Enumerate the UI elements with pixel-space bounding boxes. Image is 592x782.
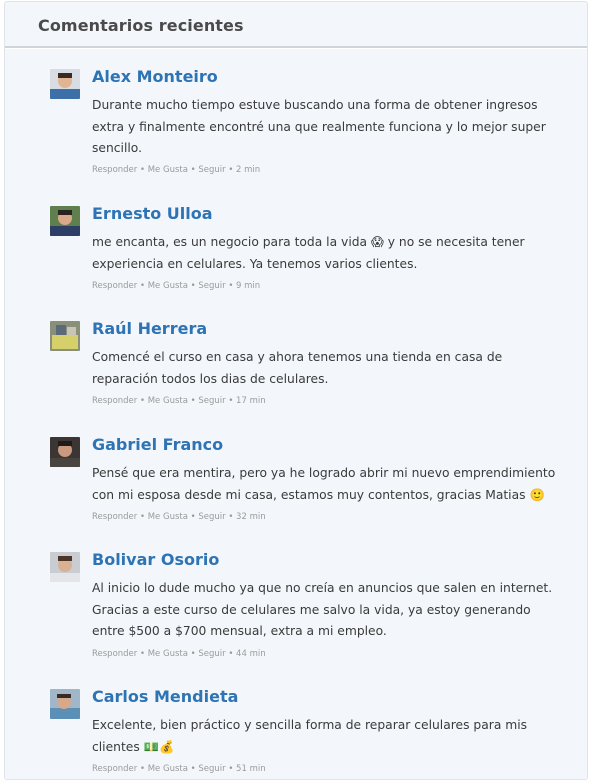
- avatar[interactable]: [50, 206, 80, 236]
- widget-title: Comentarios recientes: [38, 16, 244, 35]
- reply-link[interactable]: Responder: [92, 764, 137, 774]
- comment-author[interactable]: Raúl Herrera: [92, 319, 207, 338]
- like-link[interactable]: Me Gusta: [148, 165, 188, 175]
- comment-author[interactable]: Bolivar Osorio: [92, 550, 219, 569]
- separator: •: [225, 649, 237, 659]
- recent-comments-widget: Comentarios recientes Alex Monteiro Dura…: [4, 1, 588, 780]
- separator: •: [225, 396, 237, 406]
- reply-link[interactable]: Responder: [92, 165, 137, 175]
- comment-actions: Responder • Me Gusta • Seguir • 32 min: [92, 512, 266, 522]
- separator: •: [137, 512, 148, 522]
- reply-link[interactable]: Responder: [92, 512, 137, 522]
- avatar[interactable]: [50, 69, 80, 99]
- comment-author[interactable]: Ernesto Ulloa: [92, 204, 213, 223]
- like-link[interactable]: Me Gusta: [148, 281, 188, 291]
- avatar[interactable]: [50, 552, 80, 582]
- comment-text: me encanta, es un negocio para toda la v…: [92, 235, 525, 271]
- follow-link[interactable]: Seguir: [198, 649, 225, 659]
- comment-actions: Responder • Me Gusta • Seguir • 17 min: [92, 396, 266, 406]
- comment-time: 44 min: [236, 649, 266, 659]
- comment-author[interactable]: Alex Monteiro: [92, 67, 218, 86]
- like-link[interactable]: Me Gusta: [148, 764, 188, 774]
- comment-actions: Responder • Me Gusta • Seguir • 2 min: [92, 165, 260, 175]
- comment-author[interactable]: Carlos Mendieta: [92, 687, 238, 706]
- separator: •: [137, 281, 148, 291]
- separator: •: [187, 165, 199, 175]
- separator: •: [225, 764, 237, 774]
- comment-time: 9 min: [236, 281, 261, 291]
- reply-link[interactable]: Responder: [92, 396, 137, 406]
- separator: •: [137, 396, 148, 406]
- separator: •: [187, 396, 199, 406]
- comment-actions: Responder • Me Gusta • Seguir • 9 min: [92, 281, 260, 291]
- follow-link[interactable]: Seguir: [198, 165, 225, 175]
- like-link[interactable]: Me Gusta: [148, 396, 188, 406]
- comment-time: 32 min: [236, 512, 266, 522]
- follow-link[interactable]: Seguir: [198, 512, 225, 522]
- follow-link[interactable]: Seguir: [198, 281, 225, 291]
- separator: •: [225, 281, 237, 291]
- comment-text: Pensé que era mentira, pero ya he lograd…: [92, 466, 556, 502]
- separator: •: [137, 649, 148, 659]
- separator: •: [187, 649, 199, 659]
- separator: •: [225, 165, 237, 175]
- comment-actions: Responder • Me Gusta • Seguir • 51 min: [92, 764, 266, 774]
- comment-text: Comencé el curso en casa y ahora tenemos…: [92, 350, 503, 386]
- comment-actions: Responder • Me Gusta • Seguir • 44 min: [92, 649, 266, 659]
- comment-time: 51 min: [236, 764, 266, 774]
- separator: •: [187, 281, 199, 291]
- avatar[interactable]: [50, 437, 80, 467]
- follow-link[interactable]: Seguir: [198, 764, 225, 774]
- separator: •: [187, 512, 199, 522]
- avatar[interactable]: [50, 321, 80, 351]
- avatar[interactable]: [50, 689, 80, 719]
- comment-text: Durante mucho tiempo estuve buscando una…: [92, 98, 546, 155]
- follow-link[interactable]: Seguir: [198, 396, 225, 406]
- like-link[interactable]: Me Gusta: [148, 649, 188, 659]
- comment-time: 17 min: [236, 396, 266, 406]
- comment-author[interactable]: Gabriel Franco: [92, 435, 223, 454]
- separator: •: [137, 165, 148, 175]
- separator: •: [225, 512, 237, 522]
- comment-text: Excelente, bien práctico y sencilla form…: [92, 718, 528, 754]
- separator: •: [137, 764, 148, 774]
- reply-link[interactable]: Responder: [92, 649, 137, 659]
- like-link[interactable]: Me Gusta: [148, 512, 188, 522]
- comment-time: 2 min: [236, 165, 261, 175]
- comment-text: Al inicio lo dude mucho ya que no creía …: [92, 581, 553, 638]
- reply-link[interactable]: Responder: [92, 281, 137, 291]
- separator: •: [187, 764, 199, 774]
